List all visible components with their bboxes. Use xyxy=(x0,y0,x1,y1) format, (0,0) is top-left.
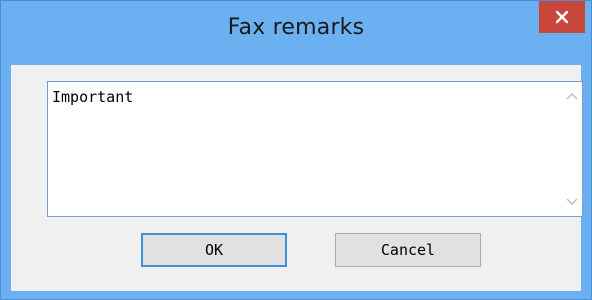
dialog-body: Important OK Cancel xyxy=(11,65,583,291)
chevron-down-icon xyxy=(566,193,578,211)
dialog-title: Fax remarks xyxy=(227,15,365,40)
cancel-button[interactable]: Cancel xyxy=(335,233,481,267)
title-bar[interactable]: Fax remarks xyxy=(1,1,591,65)
close-icon xyxy=(555,10,569,24)
close-button[interactable] xyxy=(539,1,585,33)
chevron-up-icon xyxy=(566,87,578,105)
ok-button[interactable]: OK xyxy=(141,233,287,267)
scroll-down-button[interactable] xyxy=(562,192,582,212)
fax-remarks-dialog: Fax remarks Important OK Cancel xyxy=(0,0,592,300)
scroll-up-button[interactable] xyxy=(562,86,582,106)
remarks-textarea[interactable]: Important xyxy=(48,82,544,216)
remarks-textarea-frame: Important xyxy=(47,81,583,217)
vertical-scrollbar[interactable] xyxy=(562,82,582,216)
